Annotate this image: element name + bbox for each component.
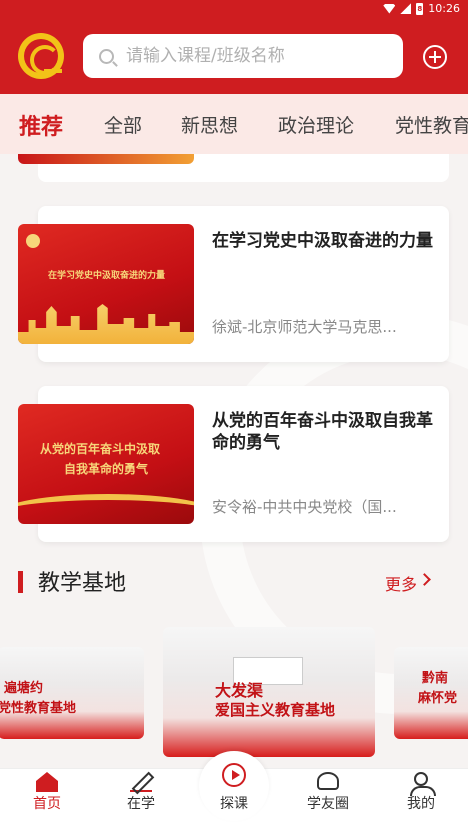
section-title: 教学基地 <box>38 571 127 596</box>
nav-profile[interactable]: 我的 <box>374 769 468 832</box>
thumbnail-caption: 在学习党史中汲取奋进的力量 <box>48 271 166 281</box>
course-teacher: 安令裕-中共中央党校（国... <box>212 498 397 516</box>
bottom-navigation: 首页 在学 探课 学友圈 我的 <box>0 751 468 832</box>
signal-icon <box>400 3 412 14</box>
tab-political-theory[interactable]: 政治理论 <box>278 111 354 138</box>
status-time: 10:26 <box>428 2 460 15</box>
people-icon <box>317 772 339 790</box>
nav-home[interactable]: 首页 <box>0 769 94 832</box>
nav-explore[interactable]: 探课 <box>187 763 281 832</box>
nav-label: 在学 <box>127 796 155 812</box>
home-icon <box>36 772 58 792</box>
search-bar[interactable] <box>83 34 403 78</box>
course-thumbnail[interactable]: 从党的百年奋斗中汲取 自我革命的勇气 <box>18 404 194 524</box>
nav-studying[interactable]: 在学 <box>94 769 188 832</box>
course-thumbnail-partial <box>18 154 194 164</box>
course-title: 在学习党史中汲取奋进的力量 <box>212 231 433 251</box>
tab-recommended[interactable]: 推荐 <box>19 109 63 141</box>
nav-label: 我的 <box>407 796 435 812</box>
battery-icon: 8 <box>416 2 424 15</box>
search-input[interactable] <box>126 46 376 66</box>
search-icon <box>99 48 114 64</box>
pen-icon <box>130 772 152 792</box>
more-link[interactable]: 更多 <box>385 571 417 595</box>
person-icon <box>410 772 436 796</box>
section-header: 教学基地 更多 <box>0 559 468 599</box>
add-button[interactable] <box>423 45 447 69</box>
base-type: 爱国主义教育基地 <box>215 701 336 719</box>
main-content: 在学习党史中汲取奋进的力量 徐斌-北京师范大学马克思... 在学习党史中汲取奋进… <box>0 154 468 768</box>
course-title: 从党的百年奋斗中汲取自我革命的勇气 <box>212 411 433 453</box>
nav-label: 学友圈 <box>307 796 349 812</box>
status-bar: 8 10:26 <box>0 0 468 18</box>
nav-friends[interactable]: 学友圈 <box>281 769 375 832</box>
base-card[interactable]: 大发渠 爱国主义教育基地 <box>163 627 375 757</box>
course-teacher: 徐斌-北京师范大学马克思... <box>212 318 397 336</box>
category-tabs: 推荐 全部 新思想 政治理论 党性教育 <box>0 94 468 154</box>
chevron-right-icon[interactable] <box>418 573 431 586</box>
app-header <box>0 18 468 94</box>
play-icon <box>222 763 246 787</box>
thumbnail-caption-line2: 自我革命的勇气 <box>64 462 149 476</box>
base-card[interactable]: 遍塘约 党性教育基地 <box>0 647 144 739</box>
base-name: 遍塘约 <box>4 681 44 696</box>
course-thumbnail[interactable]: 在学习党史中汲取奋进的力量 <box>18 224 194 344</box>
tab-all[interactable]: 全部 <box>104 111 142 138</box>
wifi-icon <box>383 3 396 14</box>
nav-label: 首页 <box>33 796 61 812</box>
thumbnail-caption-line1: 从党的百年奋斗中汲取 <box>40 442 161 456</box>
tab-party-education[interactable]: 党性教育 <box>395 111 468 138</box>
base-type: 麻怀党 <box>418 691 458 706</box>
base-type: 党性教育基地 <box>0 701 77 716</box>
section-marker <box>18 571 23 593</box>
party-emblem-icon <box>26 234 40 248</box>
base-name: 黔南 <box>422 671 449 686</box>
app-logo <box>18 33 64 79</box>
tab-new-thought[interactable]: 新思想 <box>181 111 238 138</box>
city-skyline <box>18 304 194 344</box>
nav-label: 探课 <box>220 796 248 812</box>
base-card[interactable]: 黔南 麻怀党 <box>394 647 468 739</box>
ribbon-decoration <box>18 494 194 524</box>
base-name: 大发渠 <box>215 681 264 700</box>
